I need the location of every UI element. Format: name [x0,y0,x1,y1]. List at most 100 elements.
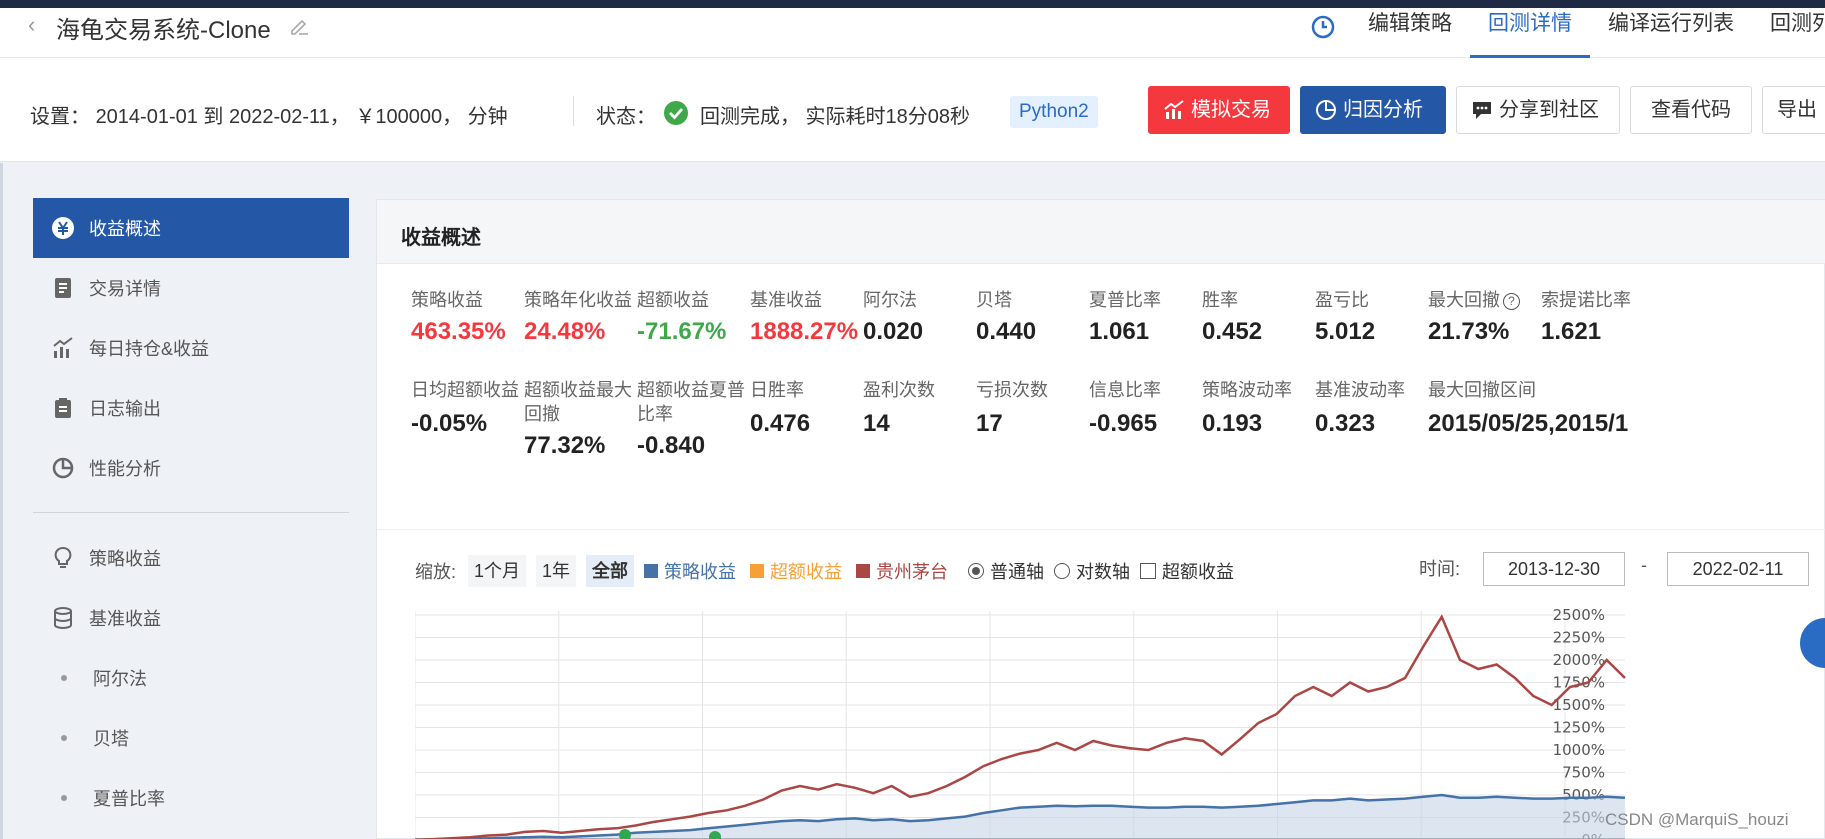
export-button[interactable]: 导出 [1762,86,1825,134]
metric-value: 1.621 [1541,318,1602,345]
legend-swatch-benchmark [856,564,871,578]
sidebar-item-label: 贝塔 [93,729,129,749]
y-tick-label: 750% [1562,764,1605,782]
chart-up-icon [1164,100,1184,119]
bullet-icon [61,735,67,741]
metric-card: 最大回撤? 21.73% [1428,288,1558,346]
header-tabs: 编辑策略 回测详情 编译运行列表 回测列 [1350,8,1825,58]
bullet-icon [61,675,67,681]
tab-edit-strategy[interactable]: 编辑策略 [1350,8,1470,58]
y-tick-label: 1000% [1553,741,1605,759]
metric-card: 基准波动率 0.323 [1315,378,1425,438]
metric-value: 2015/05/25,2015/1 [1428,410,1629,437]
zoom-all-button[interactable]: 全部 [586,555,635,587]
metric-value: 1.061 [1089,318,1150,345]
legend-strategy[interactable]: 策略收益 [664,558,736,584]
sidebar-item-performance[interactable]: 性能分析 [33,438,349,498]
help-icon[interactable]: ? [1503,292,1520,310]
metric-card: 超额收益夏普比率 -0.840 [637,378,747,460]
y-tick-label: 2500% [1553,606,1605,624]
back-chevron-icon[interactable]: ‹ [28,12,35,38]
panel-title: 收益概述 [401,227,481,249]
pie-icon [51,456,75,480]
pencil-icon[interactable] [288,14,310,36]
view-code-button[interactable]: 查看代码 [1630,86,1752,134]
clock-icon [1311,15,1335,39]
date-to-input[interactable]: 2022-02-11 [1667,552,1809,586]
legend-excess[interactable]: 超额收益 [770,558,842,584]
y-tick-label: 2000% [1553,651,1605,669]
y-tick-label: 2250% [1553,629,1605,647]
sidebar-item-alpha[interactable]: 阿尔法 [33,648,349,708]
metric-label: 日均超额收益 [411,380,519,400]
sim-trade-button[interactable]: 模拟交易 [1148,86,1290,134]
panel-header: 收益概述 [377,200,1825,264]
share-button[interactable]: 分享到社区 [1456,86,1620,134]
sidebar-item-beta[interactable]: 贝塔 [33,708,349,768]
date-from-input[interactable]: 2013-12-30 [1483,552,1625,586]
metric-value: 5.012 [1315,318,1376,345]
metric-value: 0.440 [976,318,1037,345]
metric-value: -0.965 [1089,410,1158,437]
bulb-icon [51,546,75,570]
sidebar-item-label: 基准收益 [89,609,161,629]
metric-label: 超额收益 [637,290,709,310]
radio-log-axis[interactable] [1054,563,1071,579]
sidebar-item-label: 日志输出 [89,399,161,419]
sim-trade-label: 模拟交易 [1191,99,1271,121]
metric-card: 策略波动率 0.193 [1202,378,1312,438]
sidebar-item-overview[interactable]: 收益概述 [33,198,349,258]
metric-value: 0.193 [1202,410,1263,437]
metric-label: 信息比率 [1089,380,1161,400]
metric-card: 盈利次数 14 [863,378,973,438]
bar-chart-icon [51,336,75,360]
settings-text: 设置： 2014-01-01 到 2022-02-11， ￥100000， 分钟 [30,106,508,128]
sidebar-item-log[interactable]: 日志输出 [33,378,349,438]
zoom-1y-button[interactable]: 1年 [536,555,577,587]
excess-checkbox[interactable] [1140,563,1157,579]
metric-label: 阿尔法 [863,290,917,310]
metric-label: 盈亏比 [1315,290,1369,310]
metric-value: 1888.27% [750,318,859,345]
sidebar-item-label: 每日持仓&收益 [89,339,210,359]
zoom-1m-button[interactable]: 1个月 [468,555,527,587]
section-divider [377,529,1825,530]
pie-chart-icon [1316,100,1336,120]
attribution-label: 归因分析 [1343,99,1423,121]
metric-label: 策略波动率 [1202,380,1292,400]
status-text: 回测完成， 实际耗时18分08秒 [700,106,971,128]
tab-backtest-list[interactable]: 回测列 [1752,8,1825,58]
top-strip [0,0,1825,8]
tab-backtest-detail[interactable]: 回测详情 [1470,8,1590,58]
metric-label: 胜率 [1202,290,1238,310]
metric-value: 17 [976,410,1003,437]
header: ‹ 海龟交易系统-Clone 编辑策略 回测详情 编译运行列表 回测列 [0,8,1825,58]
metric-card: 胜率 0.452 [1202,288,1332,346]
sidebar-divider [33,512,349,513]
metric-card: 日均超额收益 -0.05% [411,378,521,438]
metric-label: 最大回撤? [1428,288,1558,312]
sidebar-item-daily-positions[interactable]: 每日持仓&收益 [33,318,349,378]
date-separator: - [1641,555,1647,575]
radio-normal-axis[interactable] [968,563,985,579]
metric-label: 超额收益夏普比率 [637,380,745,424]
legend-swatch-strategy [644,564,659,578]
metric-value: 0.020 [863,318,924,345]
sidebar-item-sharpe[interactable]: 夏普比率 [33,768,349,828]
sidebar-item-strategy-return[interactable]: 策略收益 [33,528,349,588]
metric-label-text: 最大回撤 [1428,290,1500,310]
tab-compile-run-list[interactable]: 编译运行列表 [1590,8,1752,58]
y-tick-label: 1750% [1553,674,1605,692]
sidebar-item-label: 交易详情 [89,279,161,299]
metric-value: 0.323 [1315,410,1376,437]
sidebar-item-trade-detail[interactable]: 交易详情 [33,258,349,318]
sidebar-item-benchmark-return[interactable]: 基准收益 [33,588,349,648]
trade-marker[interactable] [619,829,631,839]
check-circle-icon [664,101,688,125]
attribution-button[interactable]: 归因分析 [1300,86,1446,134]
metric-label: 超额收益最大回撤 [524,380,632,424]
sidebar: 收益概述 交易详情 每日持仓&收益 日志输出 性能分析 策略收益 基准收益 阿尔… [0,163,376,839]
yuan-icon [51,216,75,240]
legend-benchmark[interactable]: 贵州茅台 [876,558,948,584]
overview-panel: 收益概述 策略收益 463.35% 策略年化收益 24.48% 超额收益 -71.67% 基… [376,199,1825,839]
